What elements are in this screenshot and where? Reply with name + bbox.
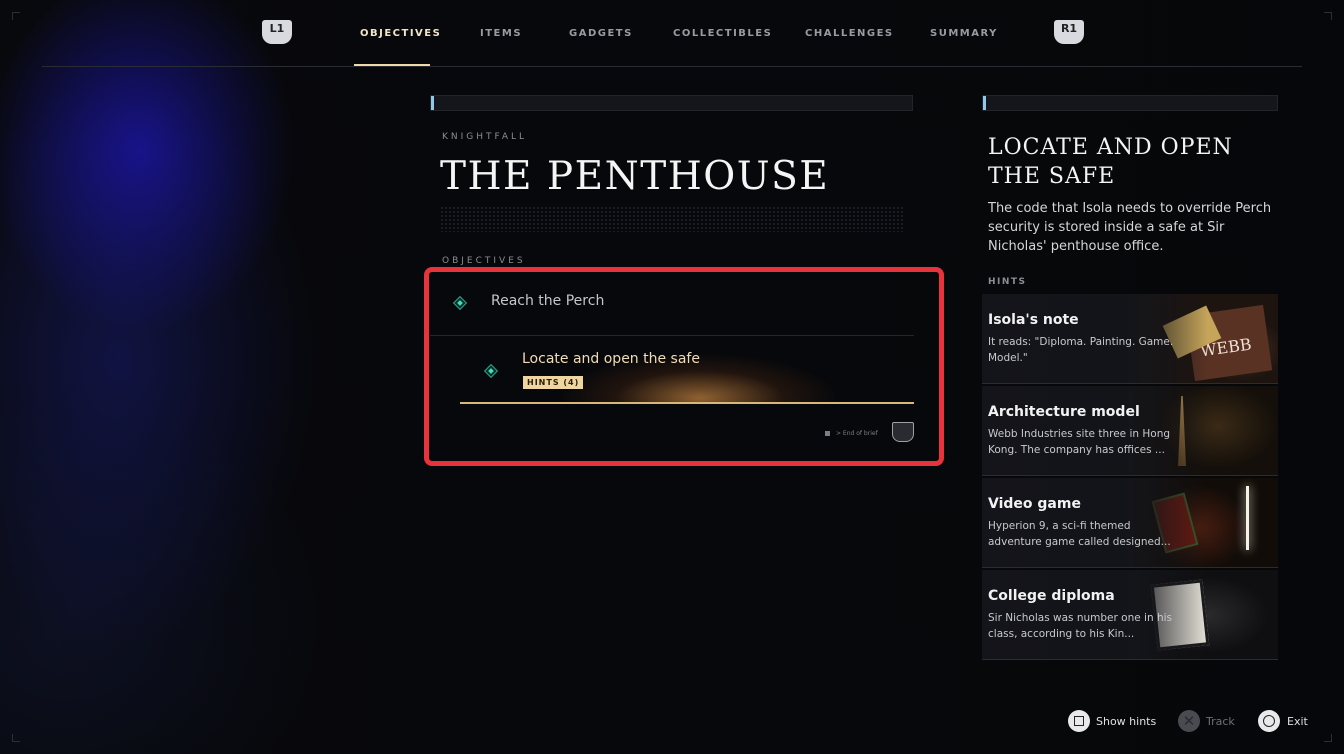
r1-bumper-button[interactable]: R1 xyxy=(1054,20,1084,44)
nav-divider xyxy=(42,66,1302,67)
hint-card-architecture-model[interactable]: Architecture model Webb Industries site … xyxy=(982,386,1278,476)
decorative-data-strip xyxy=(982,95,1278,111)
hint-card-video-game[interactable]: Video game Hyperion 9, a sci-fi themed a… xyxy=(982,478,1278,568)
frame-corner xyxy=(12,734,20,742)
hint-body: Sir Nicholas was number one in his class… xyxy=(988,612,1172,640)
show-hints-label: Show hints xyxy=(1096,715,1157,728)
track-label: Track xyxy=(1206,715,1235,728)
decorative-data-strip xyxy=(430,95,913,111)
hint-card-college-diploma[interactable]: College diploma Sir Nicholas was number … xyxy=(982,570,1278,660)
hint-card-isolas-note[interactable]: WEBB Isola's note It reads: "Diploma. Pa… xyxy=(982,294,1278,384)
circle-button-icon xyxy=(1258,710,1280,732)
tab-items[interactable]: ITEMS xyxy=(480,28,522,39)
tab-challenges[interactable]: CHALLENGES xyxy=(805,28,894,39)
square-button-icon xyxy=(1068,710,1090,732)
lamp-image xyxy=(1246,486,1249,550)
hint-body: It reads: "Diploma. Painting. Game. Mode… xyxy=(988,336,1174,364)
show-hints-button[interactable]: Show hints xyxy=(1068,710,1168,734)
hint-title: College diploma xyxy=(988,588,1115,604)
highlight-annotation-box xyxy=(424,267,944,466)
objective-detail-title: LOCATE AND OPEN THE SAFE xyxy=(988,135,1233,189)
hint-body: Webb Industries site three in Hong Kong.… xyxy=(988,428,1171,456)
tab-objectives[interactable]: OBJECTIVES xyxy=(360,28,441,39)
hints-section-label: HINTS xyxy=(988,277,1027,287)
l1-bumper-button[interactable]: L1 xyxy=(262,20,292,44)
hint-title: Architecture model xyxy=(988,404,1140,420)
track-button[interactable]: ✕ Track xyxy=(1178,710,1248,734)
top-navigation: L1 OBJECTIVES ITEMS GADGETS COLLECTIBLES… xyxy=(0,0,1344,68)
mission-title: THE PENTHOUSE xyxy=(440,154,830,199)
objective-detail-description: The code that Isola needs to override Pe… xyxy=(988,201,1272,254)
exit-button[interactable]: Exit xyxy=(1258,710,1318,734)
tab-collectibles[interactable]: COLLECTIBLES xyxy=(673,28,772,39)
tab-gadgets[interactable]: GADGETS xyxy=(569,28,633,39)
hint-title: Isola's note xyxy=(988,312,1079,328)
hint-body: Hyperion 9, a sci-fi themed adventure ga… xyxy=(988,520,1171,548)
mission-eyebrow: KNIGHTFALL xyxy=(442,132,528,142)
dot-pattern-divider xyxy=(440,206,905,232)
tab-summary[interactable]: SUMMARY xyxy=(930,28,998,39)
frame-corner xyxy=(1324,734,1332,742)
exit-label: Exit xyxy=(1287,715,1308,728)
objectives-section-label: OBJECTIVES xyxy=(442,256,526,266)
cross-button-icon: ✕ xyxy=(1178,710,1200,732)
hint-title: Video game xyxy=(988,496,1081,512)
